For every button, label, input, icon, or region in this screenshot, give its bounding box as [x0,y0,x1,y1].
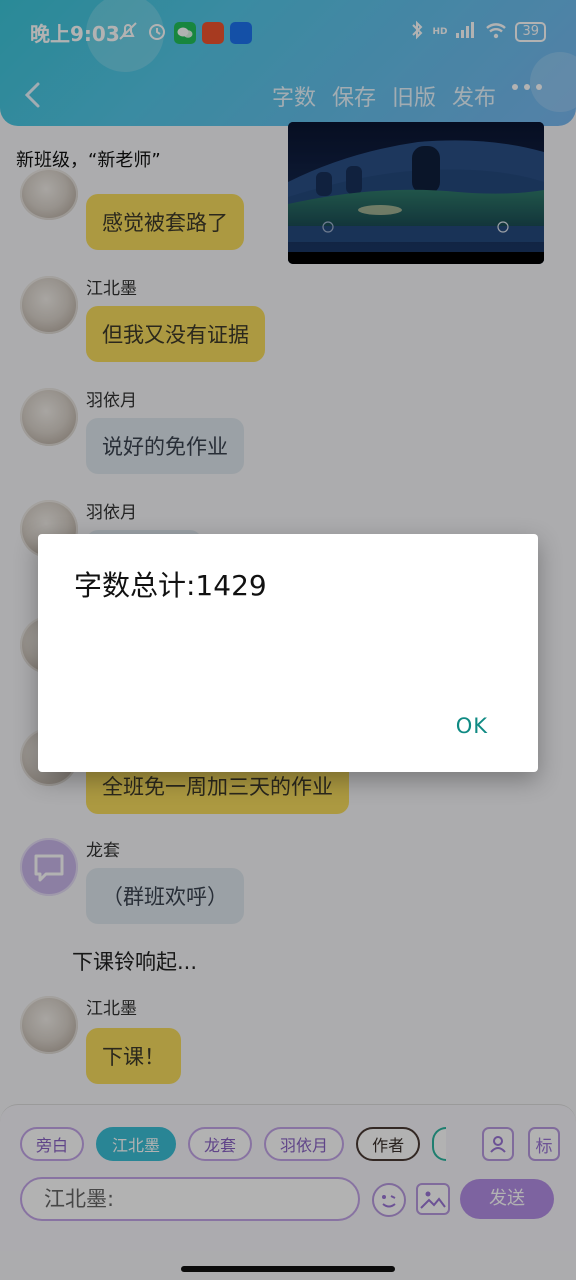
word-count-dialog: 字数总计:1429 OK [38,534,538,772]
dialog-title: 字数总计:1429 [74,569,267,602]
ok-button[interactable]: OK [456,714,488,738]
app-screen: 晚上9:03 HD 39 字数 保存 旧版 发布 新班级，“新老师” 感觉被套路… [0,0,576,1280]
